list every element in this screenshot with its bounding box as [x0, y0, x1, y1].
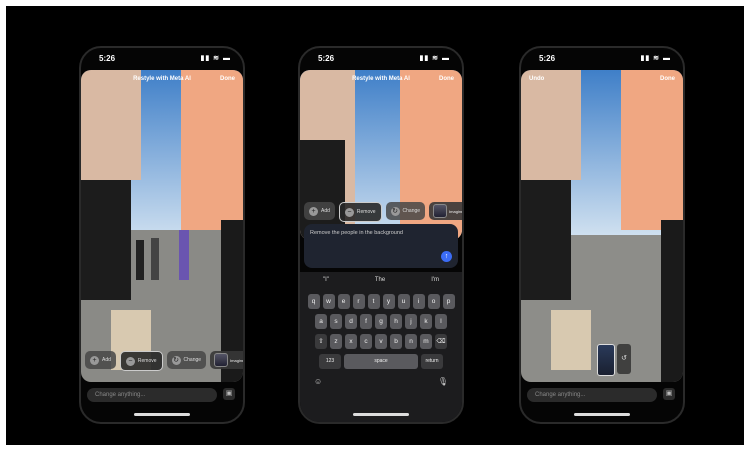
- key[interactable]: j: [405, 314, 417, 329]
- key[interactable]: k: [420, 314, 432, 329]
- key[interactable]: r: [352, 294, 365, 309]
- done-button[interactable]: Done: [660, 76, 675, 82]
- status-time: 5:26: [99, 54, 116, 63]
- prompt-text: Remove the people in the background: [310, 230, 403, 236]
- home-indicator: [574, 413, 630, 416]
- keyboard-bottom-bar: ☺ 🎙: [300, 369, 462, 386]
- key[interactable]: e: [337, 294, 350, 309]
- swap-icon: ↻: [390, 206, 400, 216]
- gallery-icon[interactable]: ▣: [223, 388, 235, 400]
- add-button[interactable]: + Add: [85, 351, 116, 369]
- key[interactable]: m: [420, 334, 432, 349]
- emoji-icon[interactable]: ☺: [314, 377, 322, 386]
- change-button[interactable]: ↻ Change: [166, 351, 207, 369]
- avatar: [433, 204, 448, 218]
- gallery-icon[interactable]: ▣: [663, 388, 675, 400]
- header-bar: Restyle with Meta AI Done: [300, 76, 462, 90]
- key[interactable]: u: [397, 294, 410, 309]
- page-title: Restyle with Meta AI: [133, 76, 191, 82]
- plus-icon: +: [90, 355, 99, 365]
- undo-button[interactable]: Undo: [529, 76, 544, 82]
- remove-button[interactable]: − Remove: [338, 202, 382, 222]
- status-bar: 5:26 ▮▮ ≋ ▬: [81, 48, 243, 68]
- key[interactable]: s: [330, 314, 342, 329]
- page-title: Restyle with Meta AI: [352, 76, 410, 82]
- header-bar: Undo Done: [521, 76, 683, 90]
- key[interactable]: x: [345, 334, 357, 349]
- key-row-4: 123 space return: [300, 354, 462, 369]
- signal-wifi-battery-icon: ▮▮ ≋ ▬: [640, 55, 671, 62]
- add-button[interactable]: + Add: [304, 202, 335, 220]
- key[interactable]: f: [360, 314, 372, 329]
- remove-button[interactable]: − Remove: [119, 351, 163, 371]
- key[interactable]: d: [345, 314, 357, 329]
- phone-typing-prompt: 5:26 ▮▮ ≋ ▬ Restyle with Meta AI Done + A…: [298, 46, 464, 424]
- key[interactable]: o: [427, 294, 440, 309]
- key[interactable]: h: [390, 314, 402, 329]
- minus-icon: −: [344, 207, 354, 217]
- key[interactable]: l: [435, 314, 447, 329]
- key[interactable]: v: [375, 334, 387, 349]
- key-row-1: q w e r t y u i o p: [300, 294, 462, 309]
- imagine-button[interactable]: Imagine: [210, 351, 243, 369]
- key[interactable]: z: [330, 334, 342, 349]
- signal-wifi-battery-icon: ▮▮ ≋ ▬: [200, 55, 231, 62]
- done-button[interactable]: Done: [439, 76, 454, 82]
- send-arrow-icon[interactable]: ↑: [441, 251, 452, 262]
- status-bar: 5:26 ▮▮ ≋ ▬: [521, 48, 683, 68]
- space-key[interactable]: space: [344, 354, 418, 369]
- change-button[interactable]: ↻ Change: [385, 202, 426, 220]
- imagine-button[interactable]: Imagine: [429, 202, 462, 220]
- change-anything-input[interactable]: Change anything...: [87, 388, 217, 402]
- signal-wifi-battery-icon: ▮▮ ≋ ▬: [419, 55, 450, 62]
- phone-restyle-options: 5:26 ▮▮ ≋ ▬ Restyle with Meta AI Done + …: [79, 46, 245, 424]
- key[interactable]: c: [360, 334, 372, 349]
- status-bar: 5:26 ▮▮ ≋ ▬: [300, 48, 462, 68]
- numbers-key[interactable]: 123: [319, 354, 341, 369]
- backspace-key-icon[interactable]: ⌫: [435, 334, 447, 349]
- avatar: [214, 353, 229, 367]
- shift-key-icon[interactable]: ⇧: [315, 334, 327, 349]
- edit-options: + Add − Remove ↻ Change Imagine: [85, 351, 243, 371]
- key[interactable]: i: [412, 294, 425, 309]
- suggestion-item[interactable]: I'm: [431, 277, 439, 289]
- return-key[interactable]: return: [421, 354, 443, 369]
- header-bar: Restyle with Meta AI Done: [81, 76, 243, 90]
- edited-photo: [81, 70, 243, 382]
- home-indicator: [353, 413, 409, 416]
- suggestion-item[interactable]: The: [375, 277, 385, 289]
- microphone-icon[interactable]: 🎙: [438, 377, 448, 386]
- key[interactable]: b: [390, 334, 402, 349]
- minus-icon: −: [125, 356, 135, 366]
- prompt-input[interactable]: Remove the people in the background ↑: [304, 224, 458, 268]
- key[interactable]: n: [405, 334, 417, 349]
- status-time: 5:26: [539, 54, 556, 63]
- swap-icon: ↻: [171, 355, 181, 365]
- presentation-background: 5:26 ▮▮ ≋ ▬ Restyle with Meta AI Done + …: [6, 6, 744, 445]
- phone-result: 5:26 ▮▮ ≋ ▬ Undo Done ↺ Change anything.…: [519, 46, 685, 424]
- key-row-2: a s d f g h j k l: [300, 314, 462, 329]
- status-time: 5:26: [318, 54, 335, 63]
- key[interactable]: t: [367, 294, 380, 309]
- edited-photo: [521, 70, 683, 382]
- key-row-3: ⇧ z x c v b n m ⌫: [300, 334, 462, 349]
- key[interactable]: q: [307, 294, 320, 309]
- key[interactable]: w: [322, 294, 335, 309]
- suggestion-bar: "I" The I'm: [300, 272, 462, 289]
- undo-icon[interactable]: ↺: [617, 344, 631, 374]
- home-indicator: [134, 413, 190, 416]
- key[interactable]: y: [382, 294, 395, 309]
- original-thumbnail[interactable]: [597, 344, 615, 376]
- plus-icon: +: [309, 206, 318, 216]
- suggestion-item[interactable]: "I": [323, 277, 329, 289]
- key[interactable]: p: [442, 294, 455, 309]
- done-button[interactable]: Done: [220, 76, 235, 82]
- edit-options: + Add − Remove ↻ Change Imagine: [304, 202, 462, 222]
- key[interactable]: a: [315, 314, 327, 329]
- key[interactable]: g: [375, 314, 387, 329]
- change-anything-input[interactable]: Change anything...: [527, 388, 657, 402]
- keyboard: "I" The I'm q w e r t y u i o p a s d f: [300, 272, 462, 422]
